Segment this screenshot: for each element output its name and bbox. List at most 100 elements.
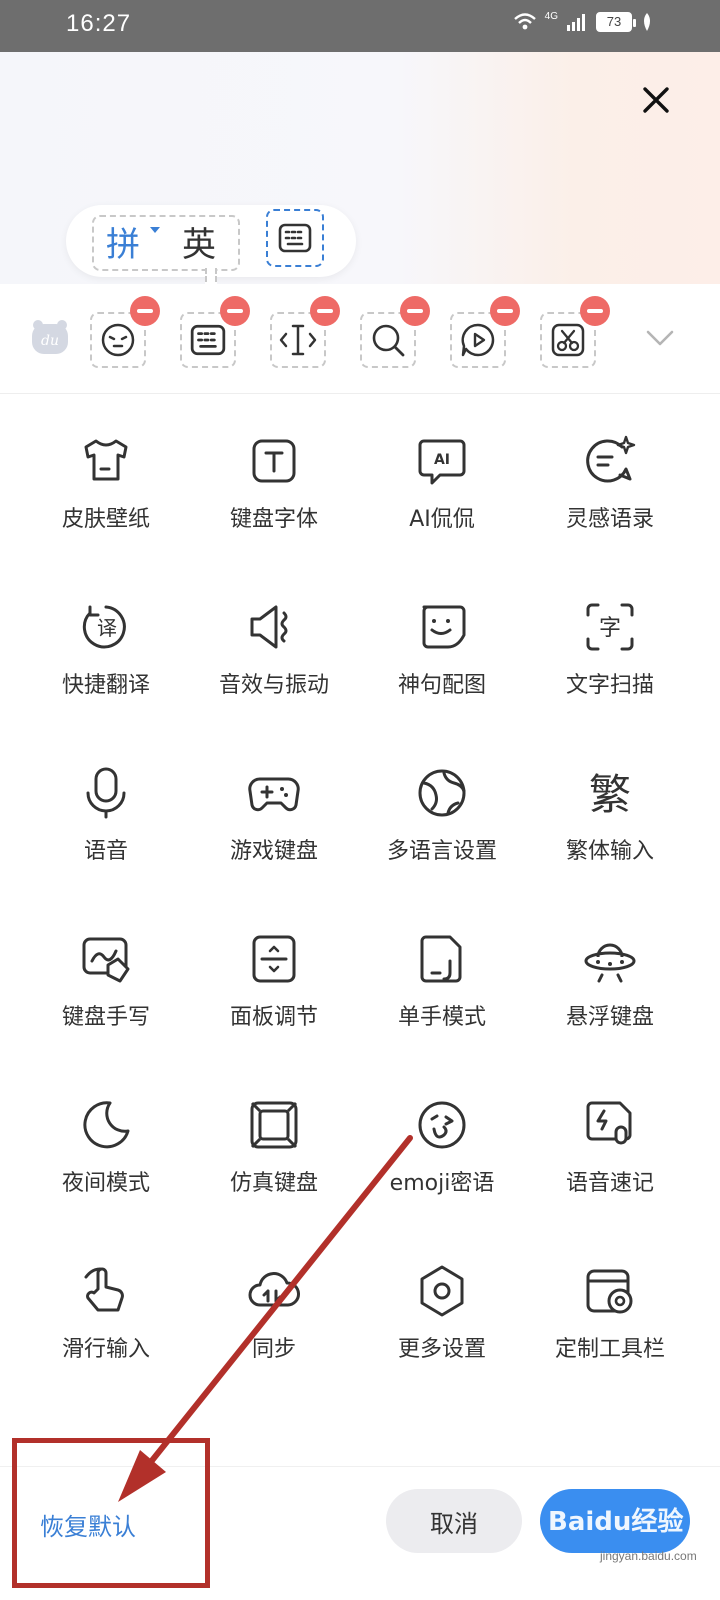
grid-item-label: AI侃侃 — [409, 507, 475, 532]
speaker-vibrate-icon — [246, 599, 302, 655]
annotation-highlight-box — [12, 1438, 210, 1588]
cancel-button[interactable]: 取消 — [386, 1489, 522, 1553]
sparkle-chat-icon — [582, 433, 638, 489]
search-icon — [372, 324, 405, 357]
grid-item-label: 滑行输入 — [61, 1337, 150, 1362]
custom-toolbar-icon — [582, 1263, 638, 1319]
signal-icon — [567, 14, 585, 31]
grid-item[interactable]: 皮肤壁纸 — [16, 395, 196, 561]
grid-item-label: 多语言设置 — [386, 839, 497, 864]
status-time: 16:27 — [66, 10, 132, 37]
close-button[interactable] — [636, 80, 676, 120]
remove-badge[interactable] — [400, 296, 430, 326]
baidu-watermark: Baidu经验 — [548, 1507, 684, 1537]
grid-item-label: emoji密语 — [389, 1171, 495, 1196]
toolbar-slot-video[interactable] — [450, 296, 520, 368]
grid-item-label: 同步 — [251, 1337, 296, 1362]
grid-item[interactable]: 繁繁体输入 — [520, 727, 700, 893]
grid-item-label: 皮肤壁纸 — [61, 507, 150, 532]
grid-item-label: 神句配图 — [397, 673, 486, 698]
remove-badge[interactable] — [130, 296, 160, 326]
scan-text-icon: 字 — [582, 599, 638, 655]
grid-item-label: 繁体输入 — [565, 839, 654, 864]
keyboard-icon — [278, 223, 312, 253]
grid-item[interactable]: 语音 — [16, 727, 196, 893]
svg-text:字: 字 — [599, 616, 621, 641]
grid-item[interactable]: 音效与振动 — [184, 561, 364, 727]
grid-item[interactable]: 定制工具栏 — [520, 1225, 700, 1391]
swipe-hand-icon — [78, 1263, 134, 1319]
traditional-char-icon: 繁 — [582, 765, 638, 821]
grid-item[interactable]: 单手模式 — [352, 893, 532, 1059]
status-icons: 4G 73 — [513, 10, 654, 32]
svg-text:AI: AI — [434, 452, 450, 468]
moon-icon — [78, 1097, 134, 1153]
grid-item[interactable]: 灵感语录 — [520, 395, 700, 561]
grid-item-label: 更多设置 — [397, 1337, 486, 1362]
toolbar-slot-cursor[interactable] — [270, 296, 340, 368]
grid-item-label: 面板调节 — [229, 1005, 318, 1030]
grid-item[interactable]: 滑行输入 — [16, 1225, 196, 1391]
grid-item-label: 灵感语录 — [565, 507, 654, 532]
battery-level: 73 — [606, 14, 622, 29]
grid-item[interactable]: 字文字扫描 — [520, 561, 700, 727]
grid-item[interactable]: 语音速记 — [520, 1059, 700, 1225]
language-switcher: 拼 英 — [66, 205, 356, 277]
grid-item[interactable]: 同步 — [184, 1225, 364, 1391]
grid-item-label: 语音速记 — [565, 1171, 654, 1196]
remove-badge[interactable] — [490, 296, 520, 326]
du-logo-icon: du — [32, 320, 68, 354]
toolbar-row: du — [0, 284, 720, 394]
leaf-icon — [644, 13, 650, 31]
grid-item[interactable]: 神句配图 — [352, 561, 532, 727]
grid-item[interactable]: 夜间模式 — [16, 1059, 196, 1225]
cursor-icon — [279, 324, 317, 356]
handwrite-icon — [78, 931, 134, 987]
grid-item-label: 游戏键盘 — [229, 839, 318, 864]
toolbar-slot-clip[interactable] — [540, 296, 610, 368]
grid-item[interactable]: AI AI侃侃 — [352, 395, 532, 561]
cloud-sync-icon — [246, 1263, 302, 1319]
close-icon — [643, 87, 669, 113]
du-logo-text: du — [41, 333, 59, 349]
remove-badge[interactable] — [310, 296, 340, 326]
voice-note-icon — [582, 1097, 638, 1153]
toolbar-slot-keyboard[interactable] — [180, 296, 250, 368]
grid-item[interactable]: 仿真键盘 — [184, 1059, 364, 1225]
emoji-face-icon — [101, 323, 135, 357]
svg-text:译: 译 — [97, 616, 117, 640]
grid-item[interactable]: emoji密语 — [352, 1059, 532, 1225]
grid-item[interactable]: 更多设置 — [352, 1225, 532, 1391]
grid-item-label: 悬浮键盘 — [565, 1005, 654, 1030]
scissors-icon — [551, 323, 585, 357]
font-icon — [246, 433, 302, 489]
grid-item-label: 定制工具栏 — [554, 1337, 665, 1362]
battery-icon: 73 — [596, 12, 636, 32]
key-cap-icon — [246, 1097, 302, 1153]
remove-badge[interactable] — [580, 296, 610, 326]
grid-item[interactable]: 键盘字体 — [184, 395, 364, 561]
microphone-icon — [78, 765, 134, 821]
toolbar-slot-search[interactable] — [360, 296, 430, 368]
one-hand-icon — [414, 931, 470, 987]
grid-item[interactable]: 面板调节 — [184, 893, 364, 1059]
grid-item[interactable]: 译快捷翻译 — [16, 561, 196, 727]
grid-item-label: 音效与振动 — [218, 673, 329, 698]
svg-text:繁: 繁 — [589, 770, 631, 819]
keyboard-layout-button[interactable] — [266, 209, 324, 267]
english-option[interactable]: 英 — [182, 217, 216, 266]
wink-icon — [414, 1097, 470, 1153]
grid-item-label: 快捷翻译 — [61, 673, 150, 698]
toolbar-slot-emoji[interactable] — [90, 296, 160, 368]
grid-item[interactable]: 多语言设置 — [352, 727, 532, 893]
grid-item-label: 语音 — [83, 839, 128, 864]
pinyin-option[interactable]: 拼 — [106, 217, 140, 266]
grid-item-label: 单手模式 — [397, 1005, 486, 1030]
grid-item[interactable]: 悬浮键盘 — [520, 893, 700, 1059]
network-label: 4G — [544, 10, 558, 22]
chevron-down-icon[interactable] — [644, 322, 676, 354]
remove-badge[interactable] — [220, 296, 250, 326]
grid-item[interactable]: 键盘手写 — [16, 893, 196, 1059]
grid-item[interactable]: 游戏键盘 — [184, 727, 364, 893]
video-chat-icon — [461, 323, 495, 357]
